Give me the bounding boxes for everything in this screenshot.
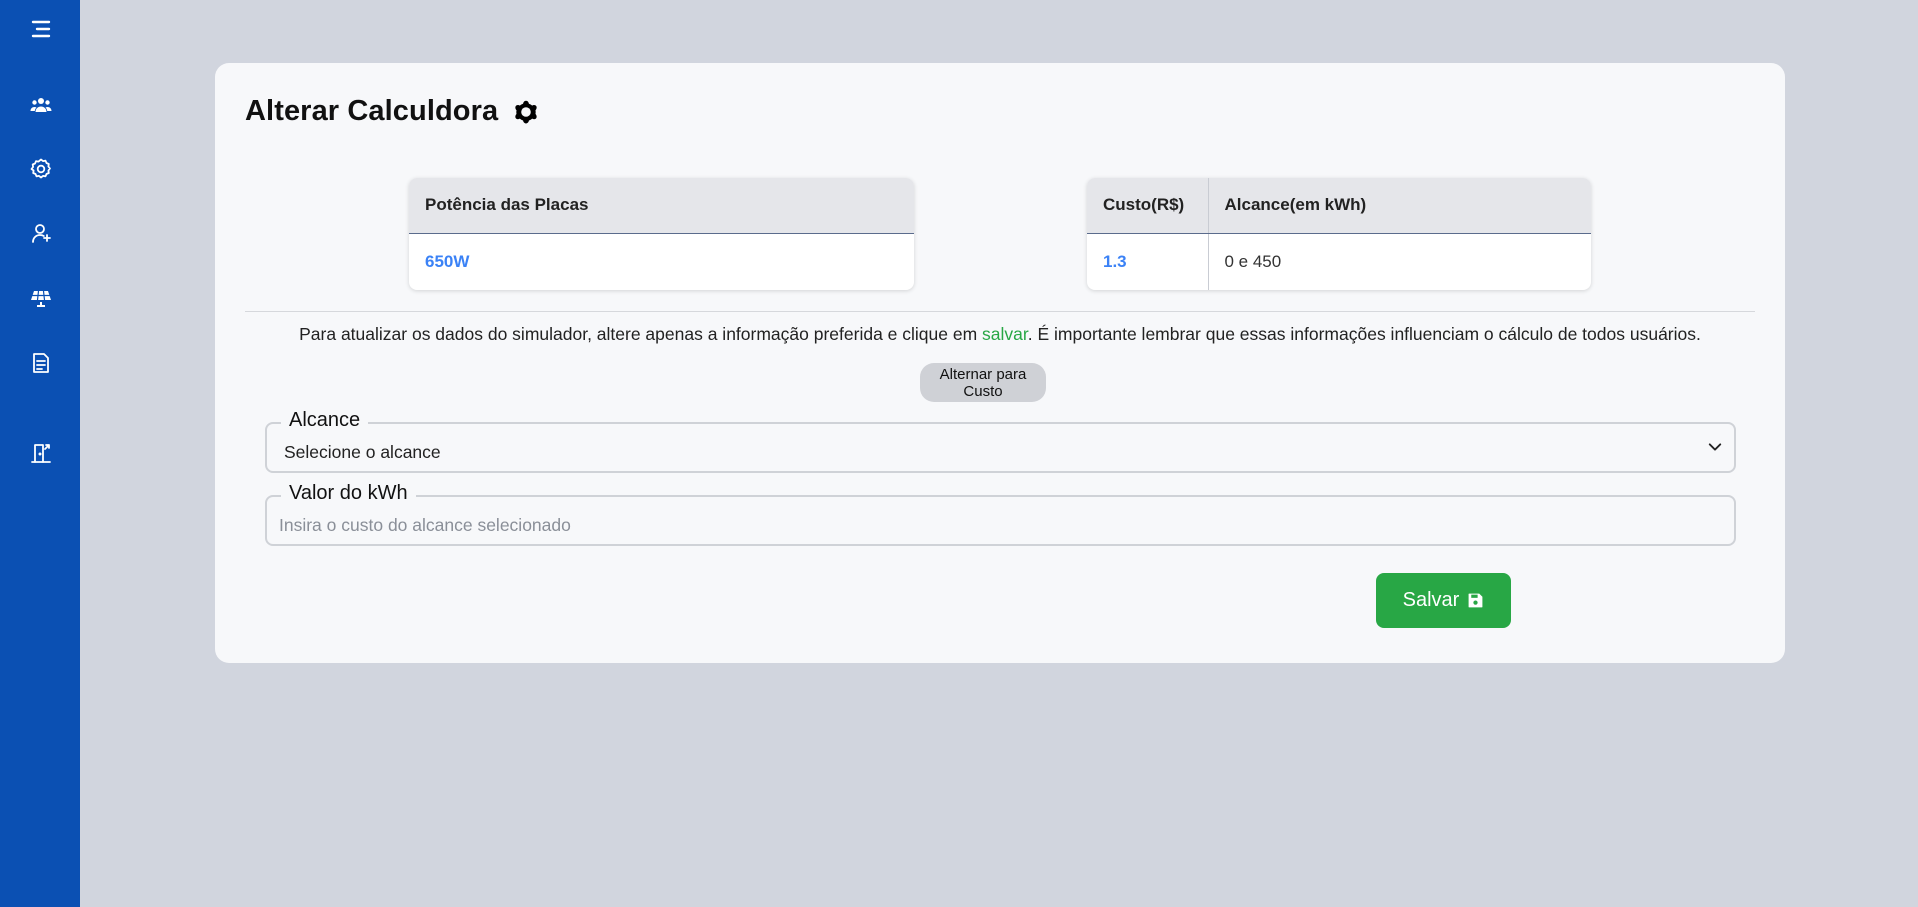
range-value: 0 e 450 <box>1224 251 1282 271</box>
solar-panel-icon[interactable] <box>28 285 54 311</box>
menu-icon[interactable] <box>28 16 54 42</box>
power-value: 650W <box>425 251 470 271</box>
page-title: Alterar Calculdora <box>245 95 499 127</box>
document-icon[interactable] <box>28 350 54 376</box>
toggle-cost-button[interactable]: Alternar para Custo <box>920 363 1046 402</box>
info-text: Para atualizar os dados do simulador, al… <box>215 324 1785 345</box>
alcance-label: Alcance <box>281 409 369 432</box>
gear-icon <box>515 100 537 123</box>
calculator-card: Alterar Calculdora Potência das Placas 6… <box>215 63 1785 663</box>
kwh-field: Valor do kWh <box>265 482 1736 546</box>
save-button[interactable]: Salvar <box>1376 573 1511 628</box>
divider <box>245 311 1755 312</box>
sidebar <box>0 0 80 907</box>
power-table-header: Potência das Placas <box>409 178 914 234</box>
alcance-select[interactable]: Selecione o alcance <box>267 434 1734 470</box>
info-text-before: Para atualizar os dados do simulador, al… <box>299 324 983 344</box>
chevron-down-icon <box>1708 443 1722 451</box>
info-text-save-link: salvar <box>982 324 1028 344</box>
info-text-after: . É importante lembrar que essas informa… <box>1027 324 1701 344</box>
kwh-input[interactable] <box>267 507 1734 543</box>
alcance-field: Alcance Selecione o alcance <box>265 409 1736 473</box>
range-header: Alcance(em kWh) <box>1208 178 1591 234</box>
save-button-label: Salvar <box>1402 589 1460 611</box>
settings-icon[interactable] <box>28 156 54 182</box>
kwh-label: Valor do kWh <box>281 482 416 505</box>
save-icon <box>1468 593 1483 608</box>
power-table: Potência das Placas 650W <box>409 178 914 290</box>
cost-value: 1.3 <box>1087 233 1209 290</box>
cost-table: Custo(R$) Alcance(em kWh) 1.3 0 e 450 <box>1087 178 1591 290</box>
add-user-icon[interactable] <box>28 220 54 246</box>
cost-header: Custo(R$) <box>1087 178 1209 234</box>
users-icon[interactable] <box>28 92 54 118</box>
logout-icon[interactable] <box>28 440 54 466</box>
page-header: Alterar Calculdora <box>245 95 542 128</box>
